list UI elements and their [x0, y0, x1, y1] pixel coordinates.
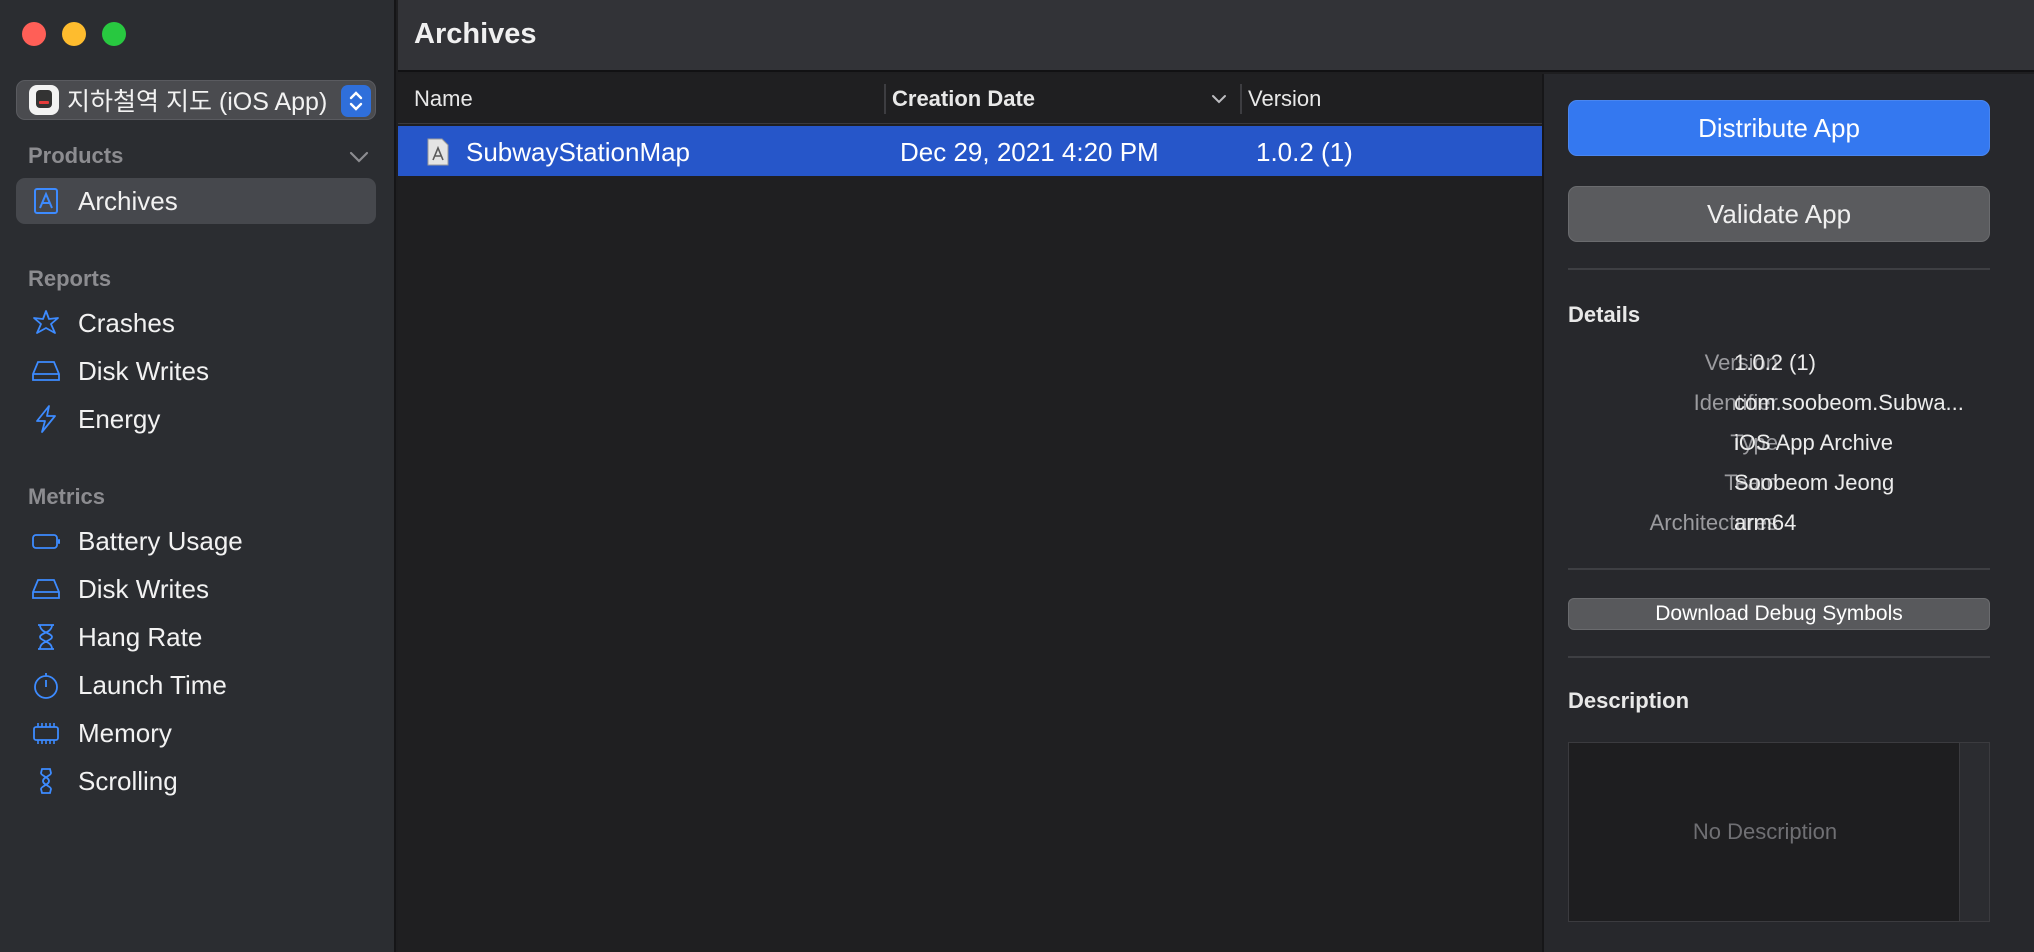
- minimize-window-button[interactable]: [62, 22, 86, 46]
- archives-table: Name Creation Date Version SubwayStation…: [398, 74, 1542, 952]
- sidebar-item-disk-writes[interactable]: Disk Writes: [16, 348, 376, 394]
- sidebar-item-label: Crashes: [78, 307, 175, 338]
- cell-creation-date: Dec 29, 2021 4:20 PM: [900, 137, 1159, 167]
- details-header: Details: [1568, 302, 1641, 327]
- detail-value: iOS App Archive: [1734, 430, 1893, 455]
- archive-file-icon: [427, 138, 449, 166]
- sidebar-item-launch-time[interactable]: Launch Time: [16, 662, 376, 708]
- sidebar-item-label: Archives: [78, 185, 178, 216]
- hourglass-icon: [30, 621, 62, 653]
- sidebar-item-label: Disk Writes: [78, 573, 209, 604]
- archives-icon: [30, 185, 62, 217]
- window-controls: [22, 22, 126, 46]
- sidebar-item-scrolling[interactable]: Scrolling: [16, 758, 376, 804]
- sidebar-item-label: Disk Writes: [78, 355, 209, 386]
- divider: [1568, 568, 1990, 570]
- sidebar-item-crashes[interactable]: Crashes: [16, 300, 376, 346]
- chevron-down-icon[interactable]: [348, 146, 370, 168]
- disk-icon: [30, 355, 62, 387]
- description-placeholder: No Description: [1692, 819, 1838, 844]
- description-field[interactable]: No Description: [1568, 742, 1990, 922]
- memory-chip-icon: [30, 717, 62, 749]
- page-title: Archives: [414, 18, 537, 50]
- section-header-metrics: Metrics: [28, 484, 106, 509]
- table-row[interactable]: SubwayStationMap Dec 29, 2021 4:20 PM 1.…: [398, 126, 1542, 176]
- cell-name: SubwayStationMap: [466, 137, 691, 167]
- disk-icon: [30, 573, 62, 605]
- close-window-button[interactable]: [22, 22, 46, 46]
- distribute-app-button[interactable]: Distribute App: [1568, 100, 1990, 156]
- sidebar-item-label: Scrolling: [78, 765, 178, 796]
- section-header-products: Products: [28, 143, 124, 168]
- sidebar-item-archives[interactable]: Archives: [16, 178, 376, 224]
- table-header: Name Creation Date Version: [398, 74, 1542, 124]
- battery-icon: [30, 525, 62, 557]
- sidebar-item-energy[interactable]: Energy: [16, 396, 376, 442]
- sidebar-item-label: Hang Rate: [78, 621, 203, 652]
- sidebar-item-label: Launch Time: [78, 669, 227, 700]
- column-divider[interactable]: [1240, 84, 1242, 114]
- sidebar-item-memory[interactable]: Memory: [16, 710, 376, 756]
- sidebar-item-battery-usage[interactable]: Battery Usage: [16, 518, 376, 564]
- sidebar: 지하철역 지도 (iOS App) Products Archives Repo…: [0, 0, 396, 952]
- section-header-reports: Reports: [28, 266, 112, 291]
- divider: [1568, 656, 1990, 658]
- title-bar: Archives: [398, 0, 2034, 72]
- column-divider[interactable]: [884, 84, 886, 114]
- validate-app-button[interactable]: Validate App: [1568, 186, 1990, 242]
- description-scrollbar[interactable]: [1959, 743, 1989, 921]
- detail-value: com.soobeom.Subwa...: [1734, 390, 1964, 415]
- main-area: Archives Name Creation Date Version Subw…: [398, 0, 2034, 952]
- column-header-creation-date[interactable]: Creation Date: [892, 86, 1035, 112]
- app-picker[interactable]: 지하철역 지도 (iOS App): [16, 80, 376, 120]
- sidebar-item-label: Battery Usage: [78, 525, 243, 556]
- sidebar-item-label: Energy: [78, 403, 161, 434]
- detail-value: 1.0.2 (1): [1734, 350, 1816, 375]
- detail-value: Soobeom Jeong: [1734, 470, 1895, 495]
- app-picker-label: 지하철역 지도 (iOS App): [67, 88, 328, 116]
- detail-value: arm64: [1734, 510, 1797, 535]
- zoom-window-button[interactable]: [102, 22, 126, 46]
- inspector-panel: Distribute App Validate App Details Vers…: [1542, 74, 2034, 952]
- sort-chevron-down-icon[interactable]: [1210, 90, 1228, 108]
- divider: [1568, 268, 1990, 270]
- crashes-icon: [30, 307, 62, 339]
- description-header: Description: [1568, 688, 1690, 713]
- cell-version: 1.0.2 (1): [1256, 137, 1353, 167]
- subway-app-icon: [29, 85, 59, 115]
- organizer-window: 지하철역 지도 (iOS App) Products Archives Repo…: [0, 0, 2034, 952]
- column-header-name[interactable]: Name: [414, 86, 473, 112]
- energy-icon: [30, 403, 62, 435]
- scrolling-icon: [30, 765, 62, 797]
- stopwatch-icon: [30, 669, 62, 701]
- up-down-chevron-icon[interactable]: [341, 85, 371, 117]
- download-debug-symbols-button[interactable]: Download Debug Symbols: [1568, 598, 1990, 630]
- column-header-version[interactable]: Version: [1248, 86, 1321, 112]
- sidebar-item-disk-writes-metric[interactable]: Disk Writes: [16, 566, 376, 612]
- sidebar-item-hang-rate[interactable]: Hang Rate: [16, 614, 376, 660]
- sidebar-item-label: Memory: [78, 717, 172, 748]
